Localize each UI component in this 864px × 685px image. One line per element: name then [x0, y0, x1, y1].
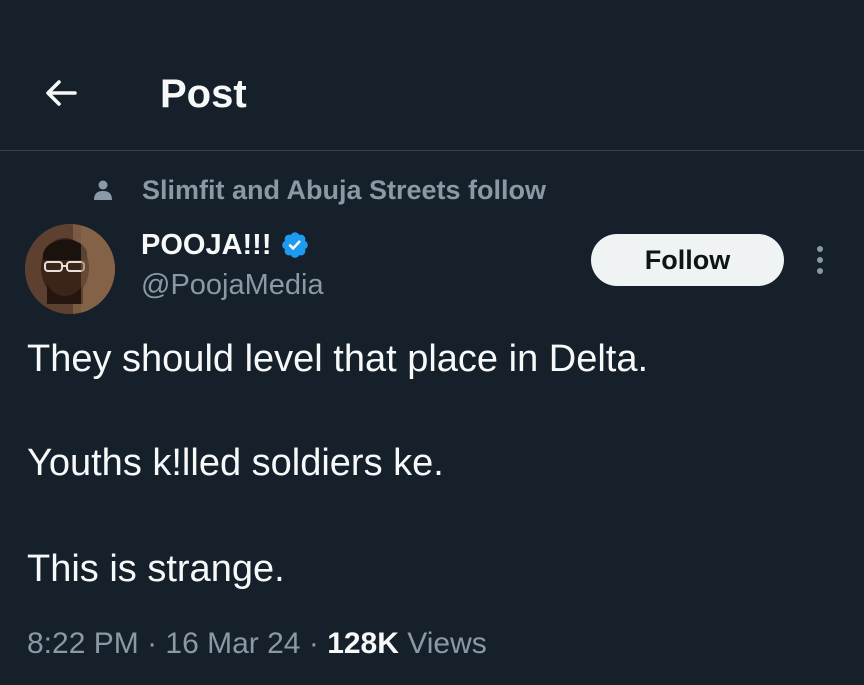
page-title: Post: [160, 72, 247, 116]
avatar[interactable]: [25, 224, 115, 314]
verified-badge-icon: [280, 230, 310, 260]
post-text-line: This is strange.: [27, 548, 285, 590]
social-context: Slimfit and Abuja Streets follow: [90, 172, 546, 208]
meta-separator: ·: [147, 627, 158, 660]
post-metadata: 8:22 PM · 16 Mar 24 · 128K Views: [27, 624, 487, 664]
post-date[interactable]: 16 Mar 24: [165, 627, 300, 660]
social-context-text: Slimfit and Abuja Streets follow: [142, 174, 547, 205]
post-time[interactable]: 8:22 PM: [27, 627, 139, 660]
author-name-row[interactable]: POOJA!!!: [141, 226, 310, 264]
meta-separator: ·: [308, 627, 319, 660]
arrow-left-icon[interactable]: [40, 72, 82, 114]
author-name[interactable]: POOJA!!!: [141, 229, 272, 262]
post-text-line: Youths k!lled soldiers ke.: [27, 442, 444, 484]
views-count[interactable]: 128K: [327, 627, 399, 660]
top-bar: Post: [0, 0, 864, 151]
more-vertical-icon[interactable]: [806, 240, 834, 280]
post-text-line: They should level that place in Delta.: [27, 338, 649, 380]
views-label: Views: [407, 627, 487, 660]
person-icon: [90, 177, 116, 203]
follow-button[interactable]: Follow: [591, 234, 784, 286]
author-handle[interactable]: @PoojaMedia: [141, 266, 324, 304]
